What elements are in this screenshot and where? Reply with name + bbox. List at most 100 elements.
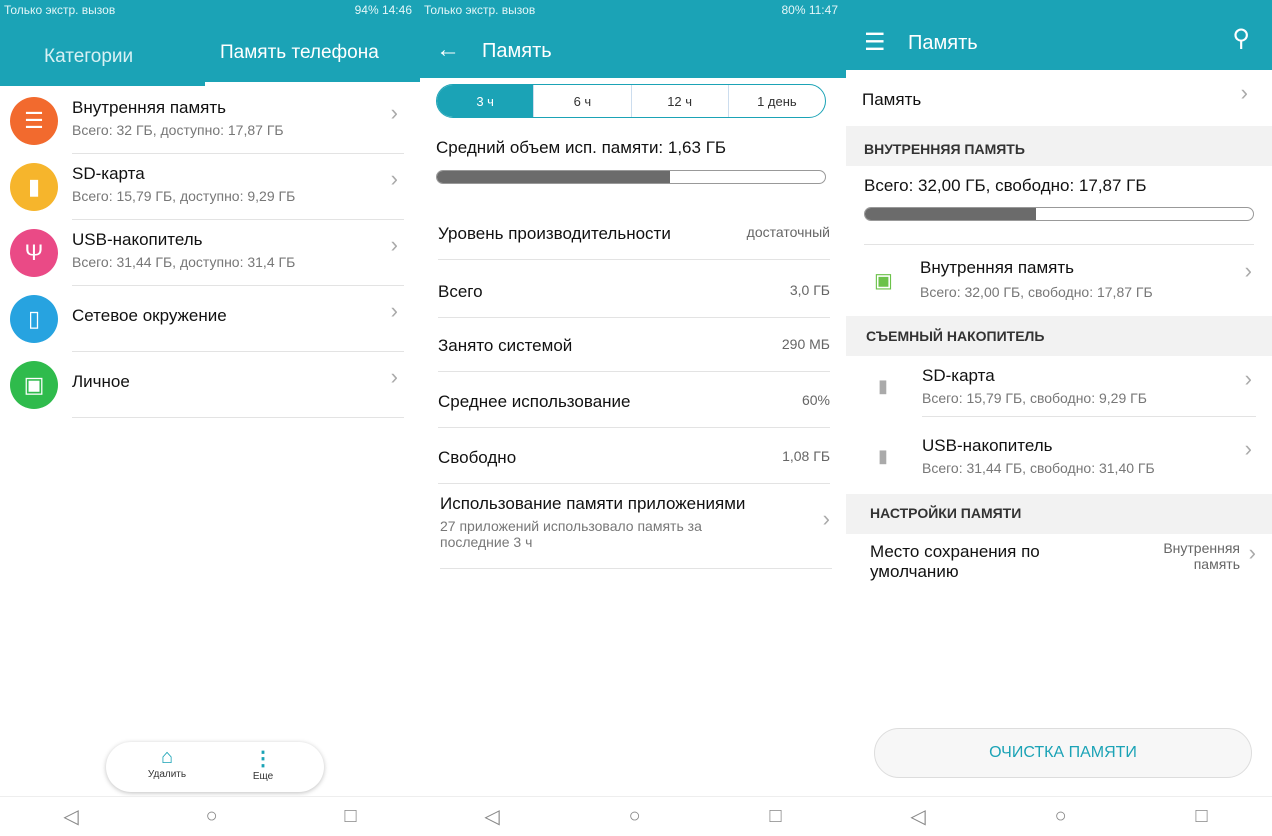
item-subtitle: Всего: 32 ГБ, доступно: 17,87 ГБ <box>72 122 284 138</box>
item-subtitle: Всего: 15,79 ГБ, свободно: 9,29 ГБ <box>922 390 1147 406</box>
item-subtitle: Всего: 15,79 ГБ, доступно: 9,29 ГБ <box>72 188 296 204</box>
delete-button[interactable]: ⌂ Удалить <box>142 746 192 780</box>
memory-row[interactable]: Память › <box>846 70 1272 126</box>
sd-card-icon: ▮ <box>10 163 58 211</box>
clean-memory-button[interactable]: ОЧИСТКА ПАМЯТИ <box>874 728 1252 778</box>
page-title: Память <box>482 40 552 62</box>
removable-section-header: СЪЕМНЫЙ НАКОПИТЕЛЬ <box>866 328 1045 344</box>
chevron-right-icon: › <box>390 100 398 125</box>
memory-usage-screen: Только экстр. вызов 80% 11:47 ← Память 3 … <box>420 0 846 836</box>
back-nav-icon[interactable]: ◁ <box>910 804 925 829</box>
internal-section-header: ВНУТРЕННЯЯ ПАМЯТЬ <box>864 141 1025 157</box>
header: Только экстр. вызов 80% 11:47 ← Память <box>420 0 846 78</box>
storage-settings-screen: ☰ Память ⚲ Память › ВНУТРЕННЯЯ ПАМЯТЬ Все… <box>846 0 1272 836</box>
default-location-label: Место сохранения по умолчанию <box>870 542 1040 581</box>
back-arrow-icon[interactable]: ← <box>436 36 460 64</box>
back-nav-icon[interactable]: ◁ <box>484 804 499 829</box>
chevron-right-icon: › <box>1244 366 1252 391</box>
menu-icon[interactable]: ☰ <box>864 28 886 57</box>
divider <box>438 259 830 260</box>
app-memory-usage-row[interactable]: Использование памяти приложениями 27 при… <box>440 494 830 570</box>
header: ☰ Память ⚲ <box>846 0 1272 70</box>
item-title: Внутренняя память <box>72 98 227 117</box>
app-usage-title: Использование памяти приложениями <box>440 494 746 513</box>
stat-value: 290 МБ <box>781 336 830 352</box>
item-title: USB-накопитель <box>922 436 1053 455</box>
stat-label: Среднее использование <box>438 392 631 411</box>
stat-label: Занято системой <box>438 336 573 355</box>
divider <box>72 417 404 418</box>
settings-section-header: НАСТРОЙКИ ПАМЯТИ <box>870 505 1022 521</box>
chevron-right-icon: › <box>1240 80 1248 105</box>
home-nav-icon[interactable]: ○ <box>206 805 218 828</box>
segment-3[interactable]: 1 день <box>727 85 825 117</box>
time-range-segmented: 3 ч6 ч 12 ч1 день <box>436 84 826 118</box>
internal-summary: Всего: 32,00 ГБ, свободно: 17,87 ГБ <box>864 176 1147 195</box>
home-nav-icon[interactable]: ○ <box>629 805 641 828</box>
memory-row-label: Память <box>862 90 922 109</box>
default-location-value: Внутренняя память <box>1163 540 1240 572</box>
divider <box>438 483 830 484</box>
back-nav-icon[interactable]: ◁ <box>63 804 78 829</box>
item-subtitle: Всего: 31,44 ГБ, доступно: 31,4 ГБ <box>72 254 296 270</box>
internal-storage-bar <box>864 207 1254 221</box>
stat-row: Занято системой 290 МБ <box>438 316 830 372</box>
category-item[interactable]: ▣ Личное › <box>0 352 410 418</box>
segment-0[interactable]: 3 ч <box>437 85 534 117</box>
category-item[interactable]: Ψ USB-накопитель Всего: 31,44 ГБ, доступ… <box>0 220 410 286</box>
status-text: Только экстр. вызов <box>4 3 116 17</box>
chevron-right-icon: › <box>1248 540 1256 565</box>
divider <box>922 416 1256 417</box>
delete-label: Удалить <box>147 769 187 780</box>
page-title: Память <box>908 32 978 54</box>
item-title: SD-карта <box>922 366 995 385</box>
app-usage-subtitle: 27 приложений использовало память за пос… <box>440 518 702 550</box>
broom-icon: ⌂ <box>160 746 174 768</box>
storage-icon: ☰ <box>10 97 58 145</box>
removable-item[interactable]: ▮ USB-накопитель Всего: 31,44 ГБ, свобод… <box>846 426 1272 494</box>
network-icon: ▯ <box>10 295 58 343</box>
more-button[interactable]: ⋮ Еще <box>238 746 288 782</box>
chevron-right-icon: › <box>822 506 830 531</box>
internal-memory-item[interactable]: ▣ Внутренняя память Всего: 32,00 ГБ, сво… <box>846 246 1272 314</box>
tab-categories[interactable]: Категории <box>44 46 133 68</box>
category-item[interactable]: ▯ Сетевое окружение › <box>0 286 410 352</box>
stat-label: Свободно <box>438 448 517 467</box>
stat-row: Всего 3,0 ГБ <box>438 262 830 318</box>
category-item[interactable]: ☰ Внутренняя память Всего: 32 ГБ, доступ… <box>0 88 410 154</box>
files-categories-screen: Только экстр. вызов 94% 14:46 Категории П… <box>0 0 420 836</box>
avg-memory-bar <box>436 170 826 184</box>
stat-value: 3,0 ГБ <box>789 282 830 298</box>
chip-icon: ▣ <box>874 270 893 292</box>
status-bar: Только экстр. вызов 94% 14:46 <box>4 3 412 17</box>
stat-label: Уровень производительности <box>438 224 671 243</box>
tab-phone-memory[interactable]: Память телефона <box>220 42 379 64</box>
status-bar: Только экстр. вызов 80% 11:47 <box>424 3 838 17</box>
segment-2[interactable]: 12 ч <box>630 85 728 117</box>
recents-nav-icon[interactable]: □ <box>344 805 356 828</box>
search-icon[interactable]: ⚲ <box>1232 24 1250 53</box>
usb-icon: Ψ <box>10 229 58 277</box>
category-item[interactable]: ▮ SD-карта Всего: 15,79 ГБ, доступно: 9,… <box>0 154 410 220</box>
more-label: Еще <box>252 771 274 782</box>
segment-1[interactable]: 6 ч <box>533 85 630 117</box>
header: Только экстр. вызов 94% 14:46 Категории П… <box>0 0 420 86</box>
divider <box>440 568 832 569</box>
stat-value: достаточный <box>746 224 830 240</box>
recents-nav-icon[interactable]: □ <box>769 805 781 828</box>
stat-row: Свободно 1,08 ГБ <box>438 428 830 484</box>
item-title: USB-накопитель <box>72 230 203 249</box>
item-title: Внутренняя память <box>920 258 1075 277</box>
default-location-row[interactable]: Место сохранения по умолчанию Внутренняя… <box>846 534 1272 594</box>
divider <box>864 244 1254 245</box>
bottom-actions: ⌂ Удалить ⋮ Еще <box>106 742 324 792</box>
recents-nav-icon[interactable]: □ <box>1195 805 1207 828</box>
chevron-right-icon: › <box>390 364 398 389</box>
removable-item[interactable]: ▮ SD-карта Всего: 15,79 ГБ, свободно: 9,… <box>846 356 1272 424</box>
nav-bar: ◁ ○ □ <box>420 796 846 836</box>
chevron-right-icon: › <box>390 298 398 323</box>
item-title: Сетевое окружение <box>72 306 227 325</box>
item-subtitle: Всего: 31,44 ГБ, свободно: 31,40 ГБ <box>922 460 1155 476</box>
status-battery-time: 94% 14:46 <box>354 3 412 17</box>
home-nav-icon[interactable]: ○ <box>1055 805 1067 828</box>
